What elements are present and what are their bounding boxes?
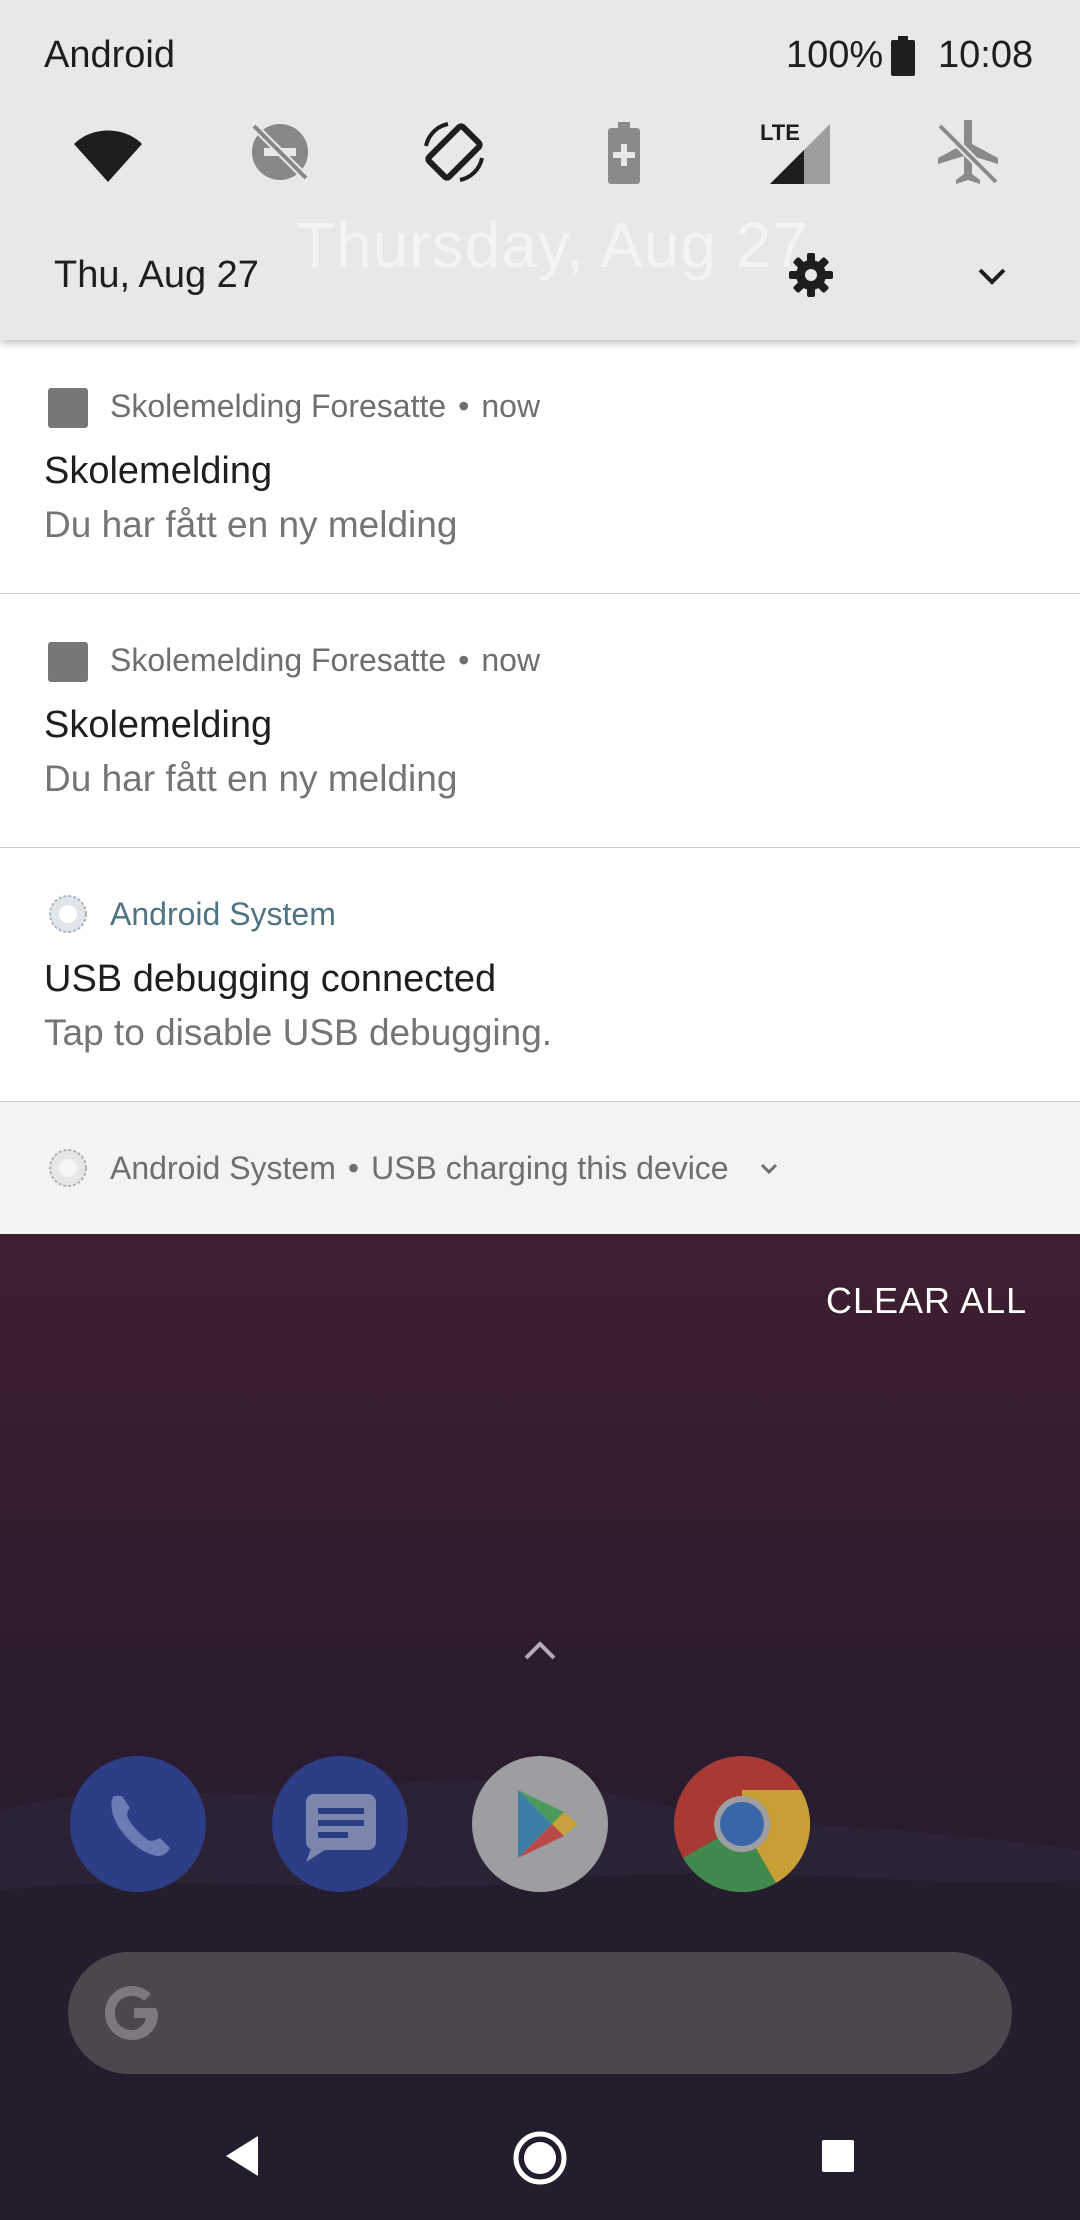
google-g-icon [105, 1986, 158, 2040]
android-system-icon [49, 1149, 87, 1187]
tile-do-not-disturb[interactable] [244, 116, 316, 188]
app-drawer-chevron-up-icon[interactable] [520, 1634, 560, 1664]
dock-play-store-app[interactable] [472, 1756, 608, 1892]
collapsed-app-name: Android System [110, 1150, 336, 1186]
back-icon[interactable] [222, 2134, 262, 2178]
tile-wifi[interactable] [72, 116, 144, 188]
notification-body: Du har fått en ny melding [44, 504, 458, 545]
battery-saver-icon [608, 122, 640, 184]
notification-header: Skolemelding Foresatte • now [110, 388, 541, 424]
collapsed-notification-text: Android System • USB charging this device [110, 1150, 729, 1186]
chrome-icon [674, 1756, 811, 1893]
messages-icon [272, 1756, 408, 1892]
notification-body: Du har fått en ny melding [44, 758, 458, 799]
chevron-down-icon[interactable] [758, 1158, 780, 1180]
dock-messages-app[interactable] [272, 1756, 408, 1892]
clock: 10:08 [938, 34, 1034, 76]
app-square-icon [48, 388, 88, 428]
carrier-label: Android [44, 34, 175, 76]
wifi-icon [74, 130, 142, 182]
navigation-bar [0, 2100, 1080, 2220]
notification-title: Skolemelding [44, 450, 273, 492]
date-label: Thu, Aug 27 [54, 254, 259, 296]
notification-time: now [481, 642, 541, 678]
dock-chrome-app[interactable] [674, 1756, 811, 1893]
phone-icon [70, 1756, 206, 1892]
dock-phone-app[interactable] [70, 1756, 206, 1892]
notification-app-name: Android System [110, 896, 336, 932]
notification-card[interactable]: Skolemelding Foresatte • now Skolemelding … [0, 340, 1080, 594]
lte-signal-icon: LTE [760, 120, 830, 184]
expand-chevron-icon[interactable] [972, 256, 1012, 296]
recents-icon[interactable] [820, 2138, 856, 2174]
lte-label: LTE [760, 120, 800, 145]
notification-card[interactable]: Skolemelding Foresatte • now Skolemelding … [0, 594, 1080, 848]
settings-gear-icon[interactable] [786, 250, 836, 300]
tile-mobile-data[interactable]: LTE [760, 116, 832, 188]
notification-title: USB debugging connected [44, 958, 497, 1000]
ghost-date-label: Thursday, Aug 27 [296, 209, 809, 281]
notification-app-name: Skolemelding Foresatte [110, 642, 447, 678]
do-not-disturb-icon [251, 123, 309, 181]
quick-settings-panel: Android 100% 10:08 LTE Thursday, Aug 27 … [0, 0, 1080, 340]
notification-header: Skolemelding Foresatte • now [110, 642, 541, 678]
collapsed-summary: USB charging this device [371, 1150, 729, 1186]
battery-full-icon [891, 36, 915, 76]
app-square-icon [48, 642, 88, 682]
notification-usb-charging-collapsed[interactable]: Android System • USB charging this device [0, 1102, 1080, 1234]
tile-battery-saver[interactable] [588, 116, 660, 188]
notification-card-usb-debugging[interactable]: Android System USB debugging connected T… [0, 848, 1080, 1102]
tile-auto-rotate[interactable] [418, 116, 490, 188]
auto-rotate-icon [424, 122, 484, 182]
tile-airplane-mode[interactable] [932, 116, 1004, 188]
notification-app-name: Skolemelding Foresatte [110, 388, 447, 424]
home-icon[interactable] [512, 2130, 568, 2186]
play-store-icon [472, 1756, 608, 1892]
notification-title: Skolemelding [44, 704, 273, 746]
google-search-bar[interactable] [68, 1952, 1012, 2074]
battery-percent: 100% [786, 34, 884, 76]
clear-all-button[interactable]: CLEAR ALL [826, 1280, 1027, 1322]
notification-body: Tap to disable USB debugging. [44, 1012, 553, 1053]
airplane-mode-icon [937, 120, 999, 185]
notification-time: now [481, 388, 541, 424]
android-system-icon [49, 895, 87, 933]
